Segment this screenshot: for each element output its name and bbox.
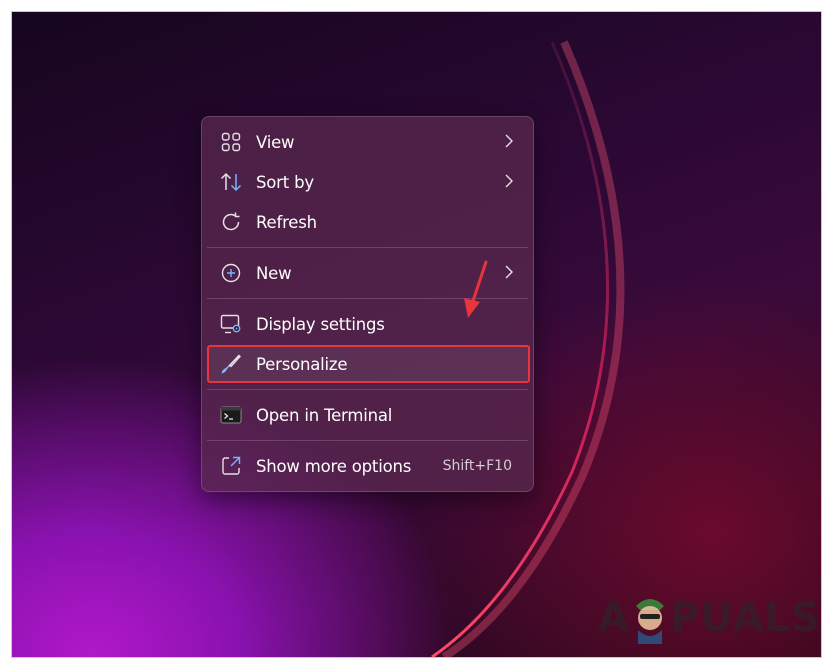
watermark-mascot-icon <box>635 599 664 644</box>
appuals-watermark: A PUALS <box>598 592 821 644</box>
red-arrow-annotation <box>464 260 488 318</box>
watermark-text-right: PUALS <box>669 595 821 641</box>
watermark-text-left: A <box>598 595 630 641</box>
